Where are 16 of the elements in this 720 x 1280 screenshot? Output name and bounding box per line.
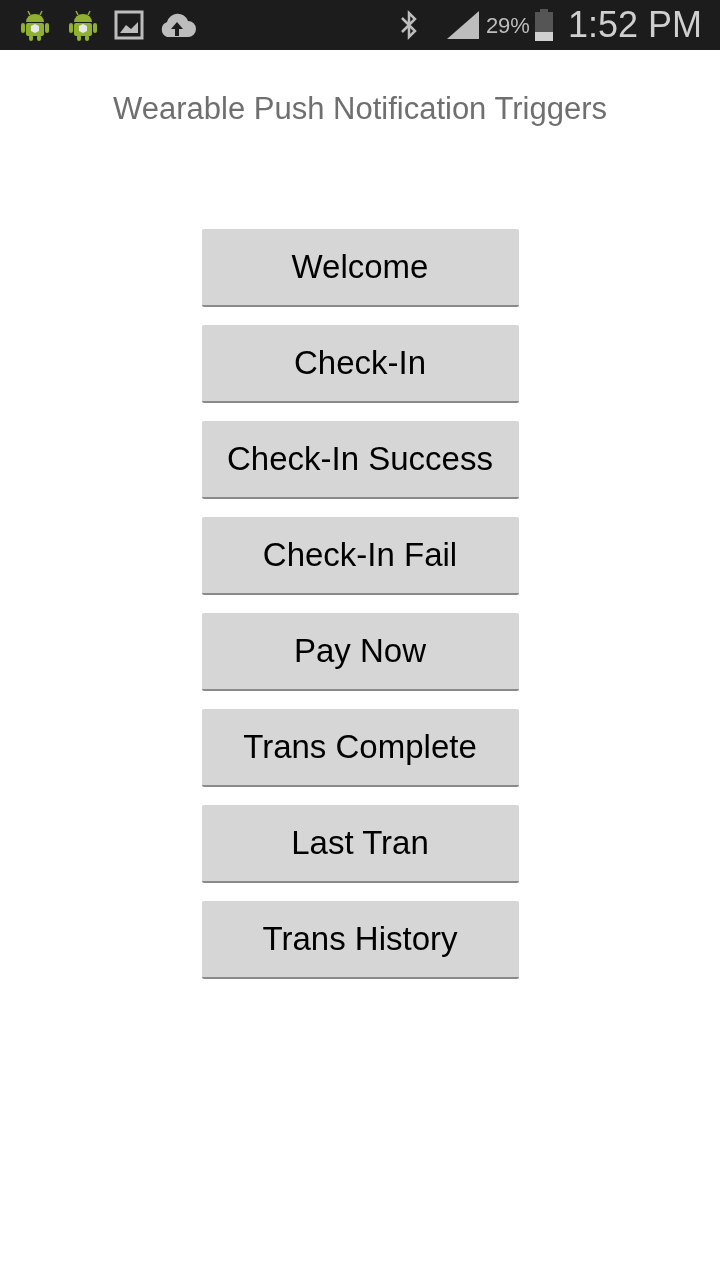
page-title: Wearable Push Notification Triggers	[112, 90, 608, 128]
trigger-button[interactable]: Trans Complete	[201, 708, 519, 787]
android-robot-icon	[18, 8, 52, 42]
trigger-button[interactable]: Last Tran	[201, 804, 519, 883]
trigger-button[interactable]: Welcome	[201, 228, 519, 307]
clock-time: 1:52 PM	[567, 7, 702, 43]
android-robot-icon	[66, 8, 100, 42]
signal-icon	[445, 10, 480, 40]
battery-icon	[533, 9, 554, 41]
trigger-button[interactable]: Check-In	[201, 324, 519, 403]
trigger-button[interactable]: Check-In Fail	[201, 516, 519, 595]
trigger-button[interactable]: Pay Now	[201, 612, 519, 691]
battery-percent: 29%	[485, 11, 530, 40]
trigger-button[interactable]: Trans History	[201, 900, 519, 979]
trigger-button[interactable]: Check-In Success	[201, 420, 519, 499]
image-icon	[114, 10, 144, 40]
